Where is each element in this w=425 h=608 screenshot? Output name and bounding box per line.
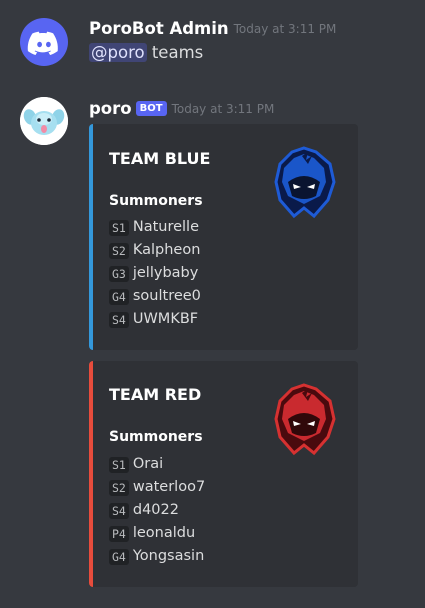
timestamp: Today at 3:11 PM: [171, 101, 275, 116]
avatar-discord-icon[interactable]: [20, 18, 68, 66]
summoner-name: waterloo7: [132, 479, 206, 495]
summoner-name: jellybaby: [132, 265, 199, 281]
embed-title: TEAM RED: [109, 385, 202, 404]
user-mention[interactable]: @poro: [89, 43, 147, 62]
role-code: G4: [109, 288, 129, 305]
bot-tag: BOT: [135, 101, 167, 116]
role-code: S4: [109, 502, 129, 519]
role-code: S1: [109, 219, 129, 236]
summoner-name: soultree0: [132, 288, 201, 304]
summoner-row: S4 d4022: [109, 498, 205, 521]
role-code: G3: [109, 265, 129, 282]
summoner-list: S1 Orai S2 waterloo7 S4 d4022 P4 leonaldu G4…: [109, 452, 205, 567]
avatar-poro-icon[interactable]: [20, 97, 68, 145]
summoner-name: Yongsasin: [132, 548, 205, 564]
role-code: S1: [109, 456, 129, 473]
embed-team-red: TEAM RED Summoners S1 Orai S2 waterloo7 S4…: [89, 361, 358, 587]
username[interactable]: poro: [89, 99, 132, 118]
timestamp: Today at 3:11 PM: [233, 21, 337, 36]
username[interactable]: PoroBot Admin: [89, 19, 229, 38]
summoner-name: Kalpheon: [132, 242, 201, 258]
summoner-name: d4022: [132, 502, 179, 518]
role-code: S4: [109, 311, 129, 328]
summoner-name: Naturelle: [132, 219, 200, 235]
summoner-list: S1 Naturelle S2 Kalpheon G3 jellybaby G4 sou…: [109, 215, 201, 330]
role-code: S2: [109, 242, 129, 259]
role-code: S2: [109, 479, 129, 496]
summoner-row: S1 Orai: [109, 452, 205, 475]
summoner-row: S1 Naturelle: [109, 215, 201, 238]
summoner-name: leonaldu: [132, 525, 196, 541]
embed-color-bar: [89, 361, 93, 587]
embed-title: TEAM BLUE: [109, 149, 211, 168]
message-text: teams: [146, 43, 204, 62]
summoner-row: S4 UWMKBF: [109, 307, 201, 330]
red-hooded-mascot-icon[interactable]: [264, 379, 344, 459]
message-content: @poro teams: [89, 43, 203, 62]
embed-team-blue: TEAM BLUE Summoners S1 Naturelle S2 Kalphe…: [89, 124, 358, 350]
summoner-row: G3 jellybaby: [109, 261, 201, 284]
summoner-row: G4 Yongsasin: [109, 544, 205, 567]
summoner-row: S2 Kalpheon: [109, 238, 201, 261]
summoner-row: S2 waterloo7: [109, 475, 205, 498]
role-code: P4: [109, 525, 129, 542]
role-code: G4: [109, 548, 129, 565]
field-name: Summoners: [109, 429, 203, 445]
summoner-row: G4 soultree0: [109, 284, 201, 307]
summoner-name: UWMKBF: [132, 311, 199, 327]
summoner-row: P4 leonaldu: [109, 521, 205, 544]
message-header: poro BOT Today at 3:11 PM: [89, 98, 274, 118]
embed-color-bar: [89, 124, 93, 350]
message-header: PoroBot Admin Today at 3:11 PM: [89, 18, 336, 38]
field-name: Summoners: [109, 193, 203, 209]
summoner-name: Orai: [132, 456, 164, 472]
blue-hooded-mascot-icon[interactable]: [264, 142, 344, 222]
